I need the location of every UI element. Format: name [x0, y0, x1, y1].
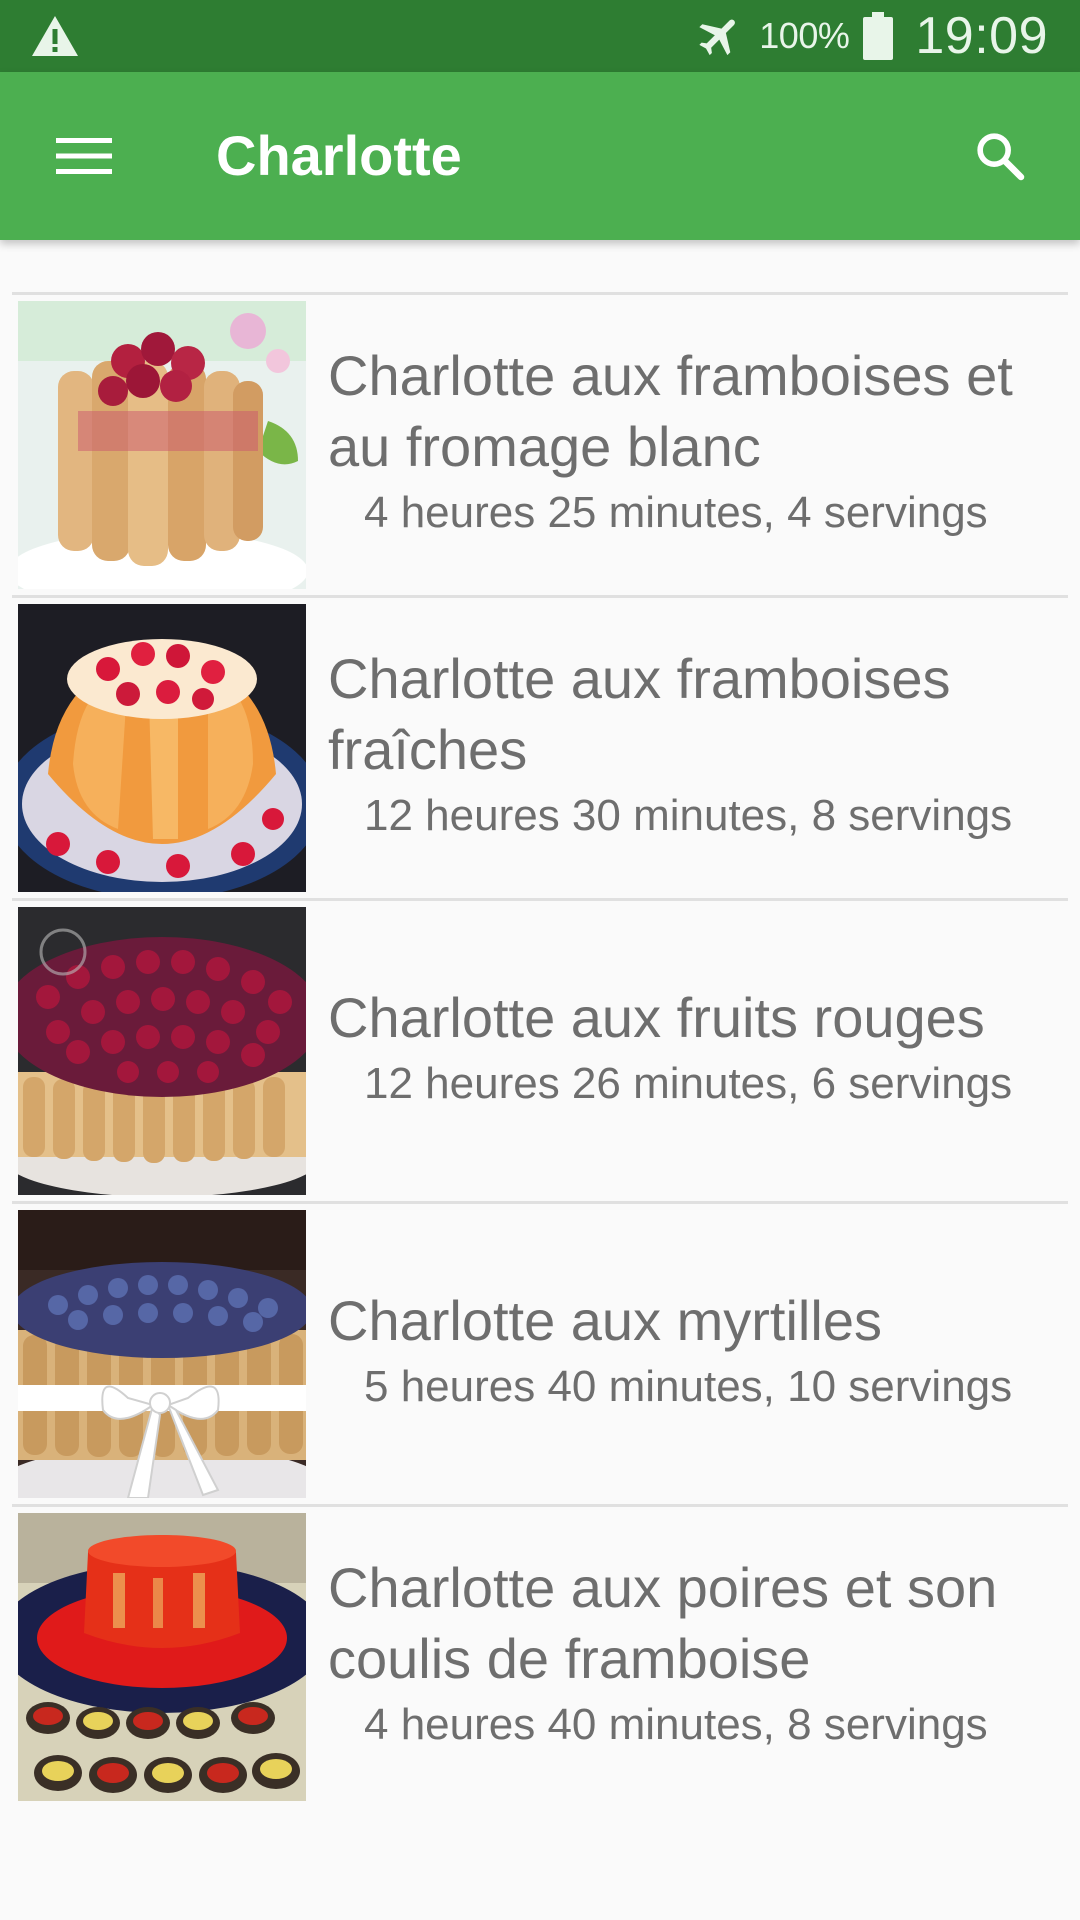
recipe-name: Charlotte aux poires et son coulis de fr…: [328, 1556, 998, 1690]
recipe-name: Charlotte aux framboises et au fromage b…: [328, 344, 1013, 478]
warning-icon: [32, 16, 78, 56]
menu-button[interactable]: [40, 120, 128, 192]
airplane-mode-icon: [699, 19, 736, 56]
recipe-thumbnail: [18, 301, 306, 589]
list-item[interactable]: Charlotte aux poires et son coulis de fr…: [12, 1504, 1068, 1807]
search-button[interactable]: [960, 120, 1040, 192]
recipe-thumbnail: [18, 604, 306, 892]
recipe-details: 12 heures 30 minutes, 8 servings: [364, 791, 1013, 840]
recipe-text: Charlotte aux poires et son coulis de fr…: [328, 1507, 1068, 1807]
list-item[interactable]: Charlotte aux framboises et au fromage b…: [12, 292, 1068, 595]
list-item[interactable]: Charlotte aux fruits rouges 12 heures 26…: [12, 898, 1068, 1201]
recipe-text: Charlotte aux fruits rouges 12 heures 26…: [328, 901, 1068, 1201]
page-title: Charlotte: [216, 124, 462, 187]
search-icon: [977, 133, 1025, 181]
recipe-thumbnail: [18, 1513, 306, 1801]
recipe-details: 12 heures 26 minutes, 6 servings: [364, 1058, 1013, 1108]
recipe-details: 4 heures 40 minutes, 8 servings: [364, 1700, 988, 1749]
recipe-text: Charlotte aux myrtilles 5 heures 40 minu…: [328, 1204, 1068, 1504]
recipe-thumbnail: [18, 907, 306, 1195]
status-indicators: 100% 19:09: [695, 0, 1048, 72]
recipe-name: Charlotte aux framboises fraîches: [328, 647, 951, 781]
recipe-details: 5 heures 40 minutes, 10 servings: [364, 1361, 1013, 1411]
list-item[interactable]: Charlotte aux myrtilles 5 heures 40 minu…: [12, 1201, 1068, 1504]
recipe-list: Charlotte aux framboises et au fromage b…: [12, 292, 1068, 1807]
status-bar: 100% 19:09: [0, 0, 1080, 72]
recipe-name: Charlotte aux myrtilles: [328, 1288, 882, 1352]
recipe-thumbnail: [18, 1210, 306, 1498]
recipe-text: Charlotte aux framboises et au fromage b…: [328, 295, 1068, 595]
recipe-details: 4 heures 25 minutes, 4 servings: [364, 488, 988, 537]
recipe-name: Charlotte aux fruits rouges: [328, 985, 985, 1049]
clock: 19:09: [915, 7, 1048, 65]
battery-percent: 100%: [759, 15, 850, 56]
battery-icon: [863, 12, 894, 60]
list-item[interactable]: Charlotte aux framboises fraîches 12 heu…: [12, 595, 1068, 898]
menu-icon: [56, 138, 112, 174]
recipe-text: Charlotte aux framboises fraîches 12 heu…: [328, 598, 1068, 898]
app-toolbar: Charlotte: [0, 72, 1080, 240]
